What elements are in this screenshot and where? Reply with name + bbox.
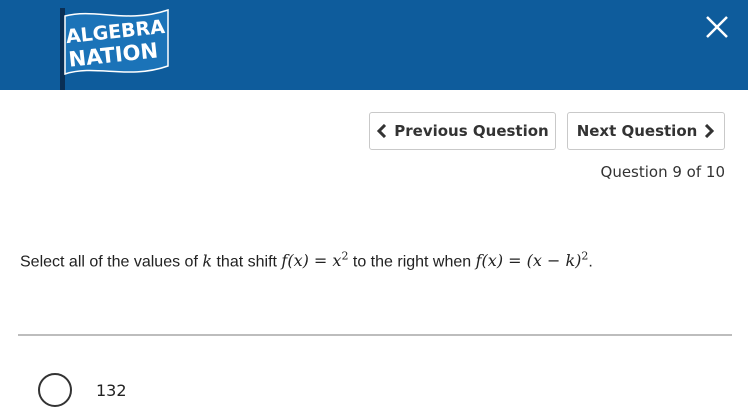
algebra-nation-logo[interactable]: ALGEBRA NATION [56,4,176,90]
function-expression-1: f(x) = x2 [281,250,348,271]
next-question-label: Next Question [576,122,698,140]
radio-button[interactable] [38,373,72,407]
previous-question-label: Previous Question [394,122,549,140]
previous-question-button[interactable]: Previous Question [369,112,556,150]
question-prompt: Select all of the values of k that shift… [20,250,730,271]
close-button[interactable] [702,12,732,42]
top-bar: ALGEBRA NATION [0,0,748,90]
answer-option-label: 132 [96,380,127,400]
divider [18,334,732,336]
question-text-3: to the right when [348,253,476,271]
variable-k: k [202,251,213,271]
question-counter: Question 9 of 10 [600,163,725,181]
question-text-2: that shift [212,253,282,271]
chevron-left-icon [377,124,387,138]
expr1: f(x) = x [281,251,342,271]
answer-option[interactable]: 132 [38,372,127,408]
expr2: f(x) = (x − k) [475,251,582,271]
next-question-button[interactable]: Next Question [567,112,725,150]
question-text-end: . [588,253,593,271]
question-text-1: Select all of the values of [20,253,203,271]
close-icon [706,16,728,38]
function-expression-2: f(x) = (x − k)2 [475,250,589,271]
chevron-right-icon [705,124,715,138]
